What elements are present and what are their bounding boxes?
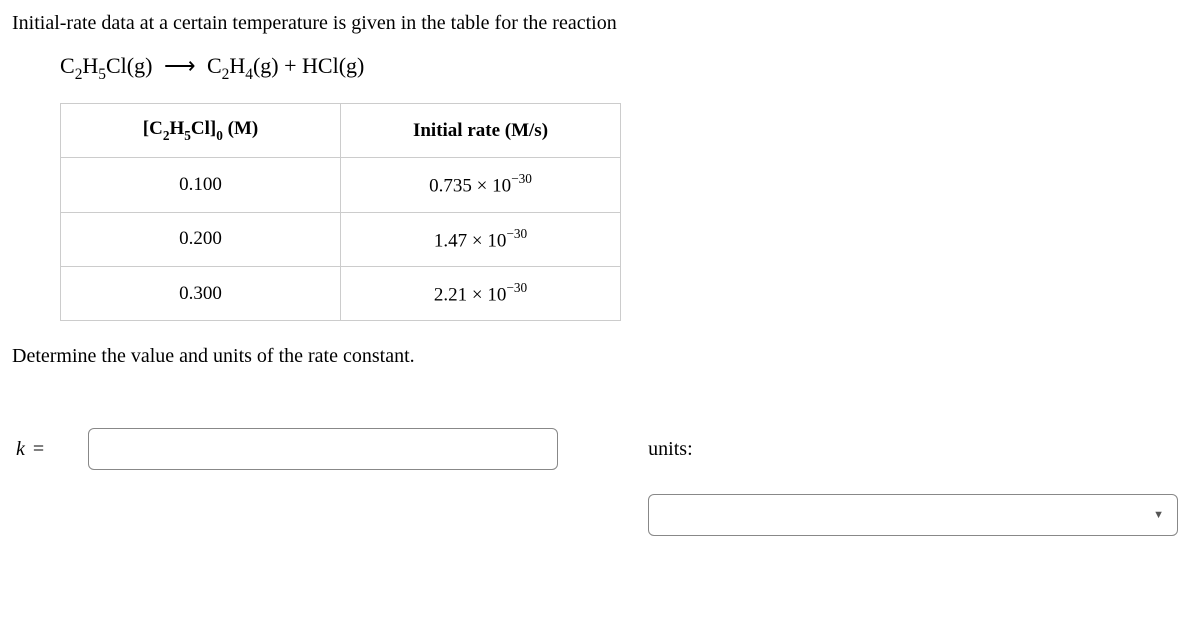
k-value-input[interactable]	[88, 428, 558, 470]
equals-sign: =	[33, 438, 44, 461]
conc-cell: 0.100	[61, 158, 341, 212]
intro-text: Initial-rate data at a certain temperatu…	[12, 12, 1188, 35]
rate-cell: 2.21 × 10−30	[341, 266, 621, 320]
reaction-equation: C2H5Cl(g) ⟶ C2H4(g) + HCl(g)	[60, 53, 1188, 83]
prompt-text: Determine the value and units of the rat…	[12, 345, 1188, 368]
k-label: k	[16, 438, 25, 461]
arrow-icon: ⟶	[164, 53, 196, 79]
rate-cell: 1.47 × 10−30	[341, 212, 621, 266]
table-row: 0.200 1.47 × 10−30	[61, 212, 621, 266]
header-concentration: [C2H5Cl]0 (M)	[61, 104, 341, 158]
table-row: 0.300 2.21 × 10−30	[61, 266, 621, 320]
conc-cell: 0.300	[61, 266, 341, 320]
header-rate: Initial rate (M/s)	[341, 104, 621, 158]
k-answer-row: k = units:	[12, 428, 1188, 470]
rate-cell: 0.735 × 10−30	[341, 158, 621, 212]
conc-cell: 0.200	[61, 212, 341, 266]
data-table: [C2H5Cl]0 (M) Initial rate (M/s) 0.100 0…	[60, 103, 621, 321]
units-row	[12, 494, 1188, 536]
units-select[interactable]	[648, 494, 1178, 536]
units-select-wrapper	[648, 494, 1178, 536]
units-label: units:	[648, 438, 692, 461]
table-row: 0.100 0.735 × 10−30	[61, 158, 621, 212]
